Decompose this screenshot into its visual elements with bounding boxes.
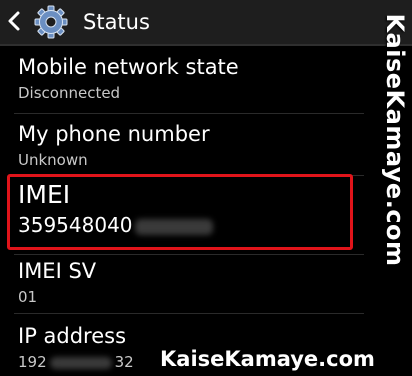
ip-suffix: 32 — [114, 353, 134, 371]
item-value: Disconnected — [18, 84, 121, 102]
watermark-bottom: KaiseKamaye.com — [160, 347, 375, 371]
divider — [14, 313, 364, 314]
action-bar: Status — [0, 0, 412, 46]
item-title: Mobile network state — [18, 55, 239, 79]
divider — [14, 113, 364, 114]
list-item-imei[interactable]: IMEI 359548040 — [18, 180, 348, 238]
item-title: IMEI — [18, 180, 71, 209]
page-title: Status — [83, 10, 150, 34]
redacted-blur — [134, 218, 213, 235]
watermark-vertical: KaiseKamaye.com — [381, 13, 409, 267]
item-value: 359548040 — [18, 212, 348, 238]
item-value: 01 — [18, 288, 38, 306]
item-title: My phone number — [18, 122, 210, 146]
divider — [14, 254, 364, 255]
gear-icon[interactable] — [34, 5, 68, 39]
list-item-imei-sv[interactable]: IMEI SV 01 — [18, 258, 348, 307]
item-title: IMEI SV — [18, 259, 97, 283]
chevron-left-icon[interactable] — [6, 9, 22, 33]
ip-prefix: 192 — [18, 353, 47, 371]
imei-visible-digits: 359548040 — [18, 213, 133, 237]
redacted-blur — [49, 356, 112, 369]
item-value: Unknown — [18, 151, 88, 169]
list-item-mobile-network-state[interactable]: Mobile network state Disconnected — [18, 54, 348, 103]
list-item-my-phone-number[interactable]: My phone number Unknown — [18, 121, 348, 170]
